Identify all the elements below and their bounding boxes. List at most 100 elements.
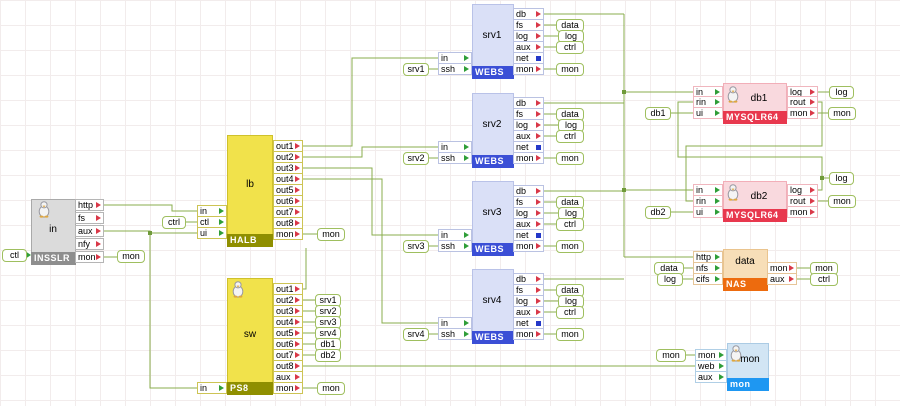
net-label-log[interactable]: log (657, 273, 683, 286)
net-label-mon[interactable]: mon (828, 195, 856, 208)
net-label-ctrl[interactable]: ctrl (810, 273, 838, 286)
port-srv3-mon[interactable]: mon (513, 240, 544, 252)
port-in-mon[interactable]: mon (75, 251, 104, 263)
output-arrow-icon (295, 154, 300, 160)
port-label: in (441, 141, 449, 152)
input-arrow-icon (715, 99, 720, 105)
port-db1-ui[interactable]: ui (693, 107, 723, 119)
output-arrow-icon (810, 99, 815, 105)
port-label: aux (516, 130, 531, 141)
output-arrow-icon (295, 341, 300, 347)
output-arrow-icon (295, 297, 300, 303)
port-srv3-ssh[interactable]: ssh (438, 240, 472, 252)
net-label-mon[interactable]: mon (317, 382, 345, 395)
net-label-srv2[interactable]: srv2 (403, 152, 429, 165)
port-label: out5 (276, 184, 294, 195)
node-name-srv4: srv4 (482, 295, 502, 306)
port-db1-mon[interactable]: mon (787, 107, 818, 119)
port-srv1-mon[interactable]: mon (513, 63, 544, 75)
wire[interactable] (303, 248, 307, 290)
port-data-cifs[interactable]: cifs (693, 273, 723, 285)
port-label: net (516, 52, 529, 63)
port-srv2-mon[interactable]: mon (513, 152, 544, 164)
net-label-db2[interactable]: db2 (315, 349, 341, 362)
net-label-db2[interactable]: db2 (645, 206, 671, 219)
output-arrow-icon (295, 330, 300, 336)
node-name-data: data (735, 256, 755, 267)
port-label: out4 (276, 316, 294, 327)
port-data-aux[interactable]: aux (767, 273, 797, 285)
net-label-srv3[interactable]: srv3 (403, 240, 429, 253)
port-in-http[interactable]: http (75, 199, 104, 211)
net-label-mon[interactable]: mon (828, 107, 856, 120)
wire-junction (148, 231, 152, 235)
port-label: out6 (276, 195, 294, 206)
net-label-log[interactable]: log (829, 86, 854, 99)
port-db2-ui[interactable]: ui (693, 206, 723, 218)
net-label-mon[interactable]: mon (556, 63, 584, 76)
wire-junction (622, 188, 626, 192)
node-name-srv3: srv3 (482, 207, 502, 218)
port-label: net (516, 317, 529, 328)
port-label: ssh (441, 240, 456, 251)
port-lb-ui[interactable]: ui (197, 227, 227, 239)
net-label-ctrl[interactable]: ctrl (556, 130, 584, 143)
port-label: cifs (696, 273, 710, 284)
port-srv4-mon[interactable]: mon (513, 328, 544, 340)
net-label-ctrl[interactable]: ctrl (556, 41, 584, 54)
diagram-canvas[interactable]: in INSSLR http fs aux nfy mon lb HALB in ctl ui out1… (0, 0, 900, 406)
port-label: ssh (441, 328, 456, 339)
wire[interactable] (103, 204, 197, 212)
output-arrow-icon (810, 209, 815, 215)
net-label-mon[interactable]: mon (656, 349, 686, 362)
input-arrow-icon (715, 89, 720, 95)
input-arrow-icon (464, 331, 469, 337)
port-db2-mon[interactable]: mon (787, 206, 818, 218)
port-lb-mon[interactable]: mon (273, 228, 303, 240)
port-label: http (696, 251, 712, 262)
port-label: http (78, 199, 94, 210)
wire[interactable] (303, 167, 438, 236)
net-label-mon[interactable]: mon (556, 152, 584, 165)
output-arrow-icon (295, 319, 300, 325)
input-arrow-icon (219, 219, 224, 225)
input-arrow-icon (464, 320, 469, 326)
port-sw-in[interactable]: in (197, 382, 227, 394)
node-lb[interactable] (227, 135, 273, 247)
net-label-mon[interactable]: mon (317, 228, 345, 241)
node-tag-srv3: WEBS (472, 243, 514, 256)
port-srv4-ssh[interactable]: ssh (438, 328, 472, 340)
port-srv2-ssh[interactable]: ssh (438, 152, 472, 164)
node-tag-srv2: WEBS (472, 155, 514, 168)
port-sw-mon[interactable]: mon (273, 382, 303, 394)
node-tag-srv4: WEBS (472, 331, 514, 344)
net-label-srv1[interactable]: srv1 (403, 63, 429, 76)
port-label: db (516, 273, 527, 284)
port-in-aux[interactable]: aux (75, 225, 104, 237)
net-label-srv4[interactable]: srv4 (403, 328, 429, 341)
net-label-log[interactable]: log (829, 172, 854, 185)
port-mon-aux[interactable]: aux (695, 371, 727, 383)
net-label-mon[interactable]: mon (556, 240, 584, 253)
output-arrow-icon (536, 243, 541, 249)
output-arrow-icon (295, 385, 300, 391)
output-arrow-icon (536, 100, 541, 106)
port-label: in (696, 184, 704, 195)
port-label: mon (790, 206, 808, 217)
net-label-ctrl[interactable]: ctrl (162, 216, 186, 229)
port-in-fs[interactable]: fs (75, 212, 104, 224)
net-label-ctl[interactable]: ctl (2, 249, 27, 262)
net-label-mon[interactable]: mon (117, 250, 145, 263)
port-srv1-ssh[interactable]: ssh (438, 63, 472, 75)
net-label-db1[interactable]: db1 (645, 107, 671, 120)
port-label: rin (696, 96, 707, 107)
net-label-ctrl[interactable]: ctrl (556, 218, 584, 231)
port-label: in (441, 317, 449, 328)
node-tag-in: INSSLR (31, 252, 76, 265)
net-label-mon[interactable]: mon (556, 328, 584, 341)
net-label-ctrl[interactable]: ctrl (556, 306, 584, 319)
output-arrow-icon (536, 33, 541, 39)
port-in-nfy[interactable]: nfy (75, 238, 104, 250)
output-arrow-icon (810, 187, 815, 193)
port-label: out5 (276, 327, 294, 338)
